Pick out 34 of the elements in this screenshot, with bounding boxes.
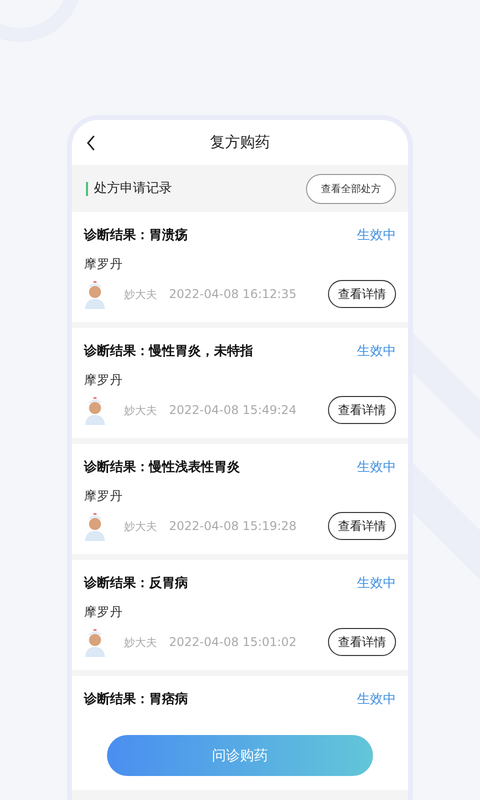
- view-all-prescriptions-button[interactable]: 查看全部处方: [306, 174, 396, 204]
- diagnosis-text: 诊断结果：反胃病: [84, 574, 188, 592]
- doctor-name: 妙大夫: [124, 518, 157, 534]
- status-text: 生效中: [357, 343, 396, 360]
- record-time: 2022-04-08 15:49:24: [169, 403, 296, 417]
- doctor-name: 妙大夫: [124, 286, 157, 302]
- record-time: 2022-04-08 16:12:35: [169, 287, 296, 301]
- drug-name: 摩罗丹: [84, 604, 124, 621]
- status-text: 生效中: [357, 459, 396, 476]
- view-details-button[interactable]: 查看详情: [328, 628, 396, 656]
- drug-name: 摩罗丹: [84, 372, 124, 389]
- view-details-button[interactable]: 查看详情: [328, 280, 396, 308]
- status-text: 生效中: [357, 227, 396, 244]
- doctor-avatar-icon: [84, 395, 106, 425]
- drug-name: 摩罗丹: [84, 256, 124, 273]
- record-time: 2022-04-08 15:19:28: [169, 519, 296, 533]
- doctor-avatar-icon: [84, 627, 106, 657]
- record-time: 2022-04-08 15:01:02: [169, 635, 296, 649]
- status-text: 生效中: [357, 575, 396, 592]
- doctor-name: 妙大夫: [124, 634, 157, 650]
- back-icon[interactable]: [86, 135, 96, 151]
- doctor-avatar-icon: [84, 279, 106, 309]
- view-details-button[interactable]: 查看详情: [328, 396, 396, 424]
- section-title: 处方申请记录: [86, 182, 172, 196]
- view-details-button[interactable]: 查看详情: [328, 512, 396, 540]
- status-text: 生效中: [357, 691, 396, 708]
- diagnosis-text: 诊断结果：慢性胃炎，未特指: [84, 343, 253, 360]
- doctor-name: 妙大夫: [124, 402, 157, 418]
- drug-name: 摩罗丹: [84, 488, 124, 505]
- diagnosis-text: 诊断结果：胃痞病: [84, 690, 188, 708]
- diagnosis-text: 诊断结果：胃溃疡: [84, 226, 188, 244]
- diagnosis-text: 诊断结果：慢性浅表性胃炎: [84, 459, 240, 476]
- doctor-avatar-icon: [84, 511, 106, 541]
- page-title: 复方购药: [210, 133, 270, 152]
